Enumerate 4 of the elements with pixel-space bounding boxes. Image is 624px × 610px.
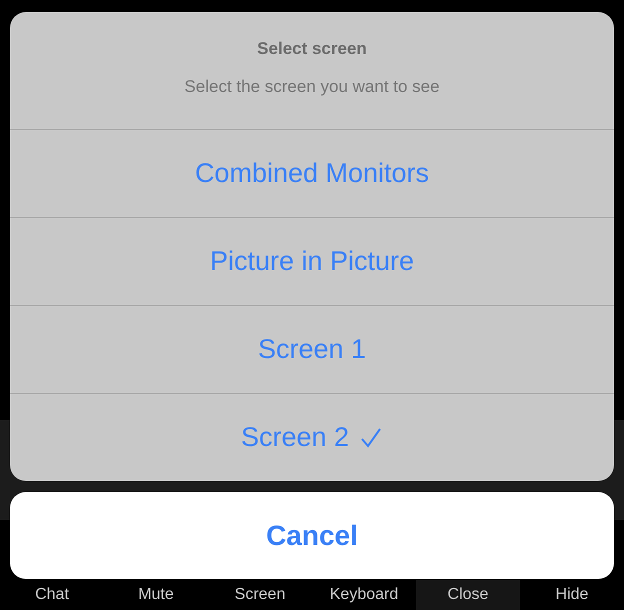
cancel-button[interactable]: Cancel bbox=[10, 492, 614, 579]
sheet-title: Select screen bbox=[257, 38, 367, 60]
toolbar-button[interactable]: Close bbox=[416, 580, 520, 610]
sheet-message: Select the screen you want to see bbox=[184, 76, 440, 98]
